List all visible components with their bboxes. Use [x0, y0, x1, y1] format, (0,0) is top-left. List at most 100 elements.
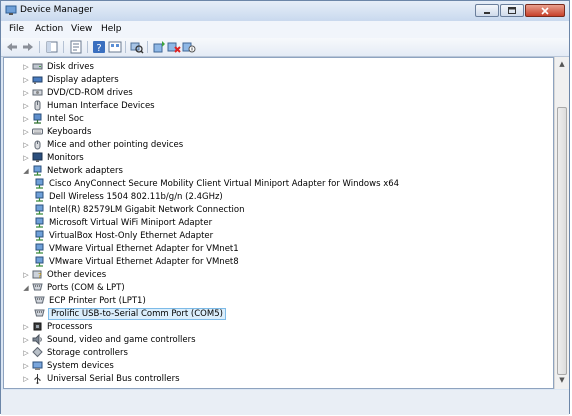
minimize-button[interactable] — [475, 4, 499, 17]
tree-category-row[interactable]: ▷ Sound, video and game controllers — [22, 333, 197, 346]
network-adapter-icon — [35, 191, 44, 202]
tree-item-label: VMware Virtual Ethernet Adapter for VMne… — [49, 243, 239, 254]
collapsed-arrow-icon[interactable]: ▷ — [22, 362, 30, 370]
tree-item-label: Keyboards — [47, 126, 92, 137]
collapsed-arrow-icon[interactable]: ▷ — [22, 63, 30, 71]
help-icon[interactable]: ? — [92, 40, 106, 54]
maximize-button[interactable] — [500, 4, 524, 17]
tree-item-label: Storage controllers — [47, 347, 128, 358]
close-icon — [541, 6, 549, 15]
tree-item-label: Ports (COM & LPT) — [47, 282, 125, 293]
menu-help[interactable]: Help — [101, 24, 122, 34]
collapsed-arrow-icon[interactable]: ▷ — [22, 141, 30, 149]
toolbar: ? — [1, 38, 569, 57]
tree-category-row[interactable]: ▷ Intel Soc — [22, 112, 85, 125]
scroll-down-arrow-icon[interactable]: ▼ — [557, 375, 567, 385]
scan-hardware-icon[interactable] — [130, 40, 144, 54]
expanded-arrow-icon[interactable]: ◢ — [22, 167, 30, 175]
port-icon — [34, 296, 45, 304]
window-title: Device Manager — [20, 5, 94, 15]
tree-device-row[interactable]: Cisco AnyConnect Secure Mobility Client … — [34, 177, 400, 190]
device-tree[interactable]: ▷ Disk drives ▷ Display adapters ▷ DVD/CD-ROM… — [3, 57, 554, 389]
collapsed-arrow-icon[interactable]: ▷ — [22, 323, 30, 331]
tree-category-row[interactable]: ▷ Storage controllers — [22, 346, 129, 359]
menu-view[interactable]: View — [71, 24, 92, 34]
expanded-arrow-icon[interactable]: ◢ — [22, 284, 30, 292]
collapsed-arrow-icon[interactable]: ▷ — [22, 128, 30, 136]
scrollbar-thumb[interactable] — [557, 107, 567, 375]
disable-icon[interactable] — [182, 40, 196, 54]
tree-device-row[interactable]: Intel(R) 82579LM Gigabit Network Connect… — [34, 203, 246, 216]
tree-category-row[interactable]: ▷ Display adapters — [22, 73, 120, 86]
collapsed-arrow-icon[interactable]: ▷ — [22, 102, 30, 110]
tree-category-row[interactable]: ▷ Mice and other pointing devices — [22, 138, 184, 151]
tree-item-label: Monitors — [47, 152, 84, 163]
collapsed-arrow-icon[interactable]: ▷ — [22, 154, 30, 162]
tree-category-row[interactable]: ▷ Human Interface Devices — [22, 99, 156, 112]
collapsed-arrow-icon[interactable]: ▷ — [22, 89, 30, 97]
collapsed-arrow-icon[interactable]: ▷ — [22, 336, 30, 344]
tree-item-label: DVD/CD-ROM drives — [47, 87, 133, 98]
network-adapter-icon — [33, 165, 42, 176]
tree-item-label: Other devices — [47, 269, 107, 280]
tree-category-row[interactable]: ▷? Other devices — [22, 268, 107, 281]
show-hide-tree-icon[interactable] — [45, 40, 59, 54]
view-icon[interactable] — [108, 40, 122, 54]
scroll-up-arrow-icon[interactable]: ▲ — [557, 59, 567, 69]
forward-icon[interactable] — [21, 40, 35, 54]
tree-item-label: VMware Virtual Ethernet Adapter for VMne… — [49, 256, 239, 267]
network-adapter-icon — [35, 217, 44, 228]
tree-category-row[interactable]: ▷ Keyboards — [22, 125, 92, 138]
tree-item-label: Mice and other pointing devices — [47, 139, 184, 150]
status-bar — [1, 390, 569, 415]
properties-icon[interactable] — [69, 40, 83, 54]
collapsed-arrow-icon[interactable]: ▷ — [22, 76, 30, 84]
tree-device-row[interactable]: VirtualBox Host-Only Ethernet Adapter — [34, 229, 214, 242]
collapsed-arrow-icon[interactable]: ▷ — [22, 115, 30, 123]
uninstall-icon[interactable] — [167, 40, 181, 54]
collapsed-arrow-icon[interactable]: ▷ — [22, 349, 30, 357]
tree-device-row[interactable]: Prolific USB-to-Serial Comm Port (COM5) — [34, 307, 226, 320]
network-adapter-icon — [35, 204, 44, 215]
menu-action[interactable]: Action — [35, 24, 63, 34]
processor-icon — [33, 322, 42, 331]
tree-category-row[interactable]: ▷ DVD/CD-ROM drives — [22, 86, 134, 99]
tree-item-label: Human Interface Devices — [47, 100, 155, 111]
toolbar-separator — [125, 41, 126, 53]
tree-category-row[interactable]: ▷ System devices — [22, 359, 115, 372]
tree-category-row[interactable]: ◢ Network adapters — [22, 164, 124, 177]
tree-item-label: Prolific USB-to-Serial Comm Port (COM5) — [48, 307, 226, 320]
tree-category-row[interactable]: ◢ Ports (COM & LPT) — [22, 281, 126, 294]
keyboard-icon — [32, 128, 43, 135]
tree-device-row[interactable]: Dell Wireless 1504 802.11b/g/n (2.4GHz) — [34, 190, 224, 203]
tree-category-row[interactable]: ▷ Processors — [22, 320, 93, 333]
back-icon[interactable] — [5, 40, 19, 54]
toolbar-separator — [63, 41, 64, 53]
collapsed-arrow-icon[interactable]: ▷ — [22, 375, 30, 383]
device-manager-app-icon — [5, 5, 17, 15]
update-driver-icon[interactable] — [152, 40, 166, 54]
system-device-icon — [32, 361, 43, 370]
collapsed-arrow-icon[interactable]: ▷ — [22, 271, 30, 279]
network-adapter-icon — [35, 256, 44, 267]
tree-item-label: Microsoft Virtual WiFi Miniport Adapter — [49, 217, 213, 228]
toolbar-separator — [147, 41, 148, 53]
tree-category-row[interactable]: ▷ Monitors — [22, 151, 85, 164]
tree-device-row[interactable]: VMware Virtual Ethernet Adapter for VMne… — [34, 255, 240, 268]
tree-device-row[interactable]: VMware Virtual Ethernet Adapter for VMne… — [34, 242, 240, 255]
network-adapter-icon — [35, 243, 44, 254]
tree-category-row[interactable]: ▷ Universal Serial Bus controllers — [22, 372, 181, 385]
vertical-scrollbar[interactable]: ▲ ▼ — [554, 57, 569, 389]
menu-bar: File Action View Help — [1, 21, 569, 39]
title-bar[interactable]: Device Manager — [1, 1, 569, 21]
toolbar-separator — [39, 41, 40, 53]
tree-device-row[interactable]: Microsoft Virtual WiFi Miniport Adapter — [34, 216, 213, 229]
menu-file[interactable]: File — [9, 24, 24, 34]
close-button[interactable] — [525, 4, 565, 17]
tree-item-label: Processors — [47, 321, 93, 332]
port-icon — [32, 283, 43, 291]
tree-item-label: Intel Soc — [47, 113, 84, 124]
tree-category-row[interactable]: ▷ Disk drives — [22, 60, 95, 73]
tree-device-row[interactable]: ECP Printer Port (LPT1) — [34, 294, 147, 307]
tree-item-label: Universal Serial Bus controllers — [47, 373, 180, 384]
